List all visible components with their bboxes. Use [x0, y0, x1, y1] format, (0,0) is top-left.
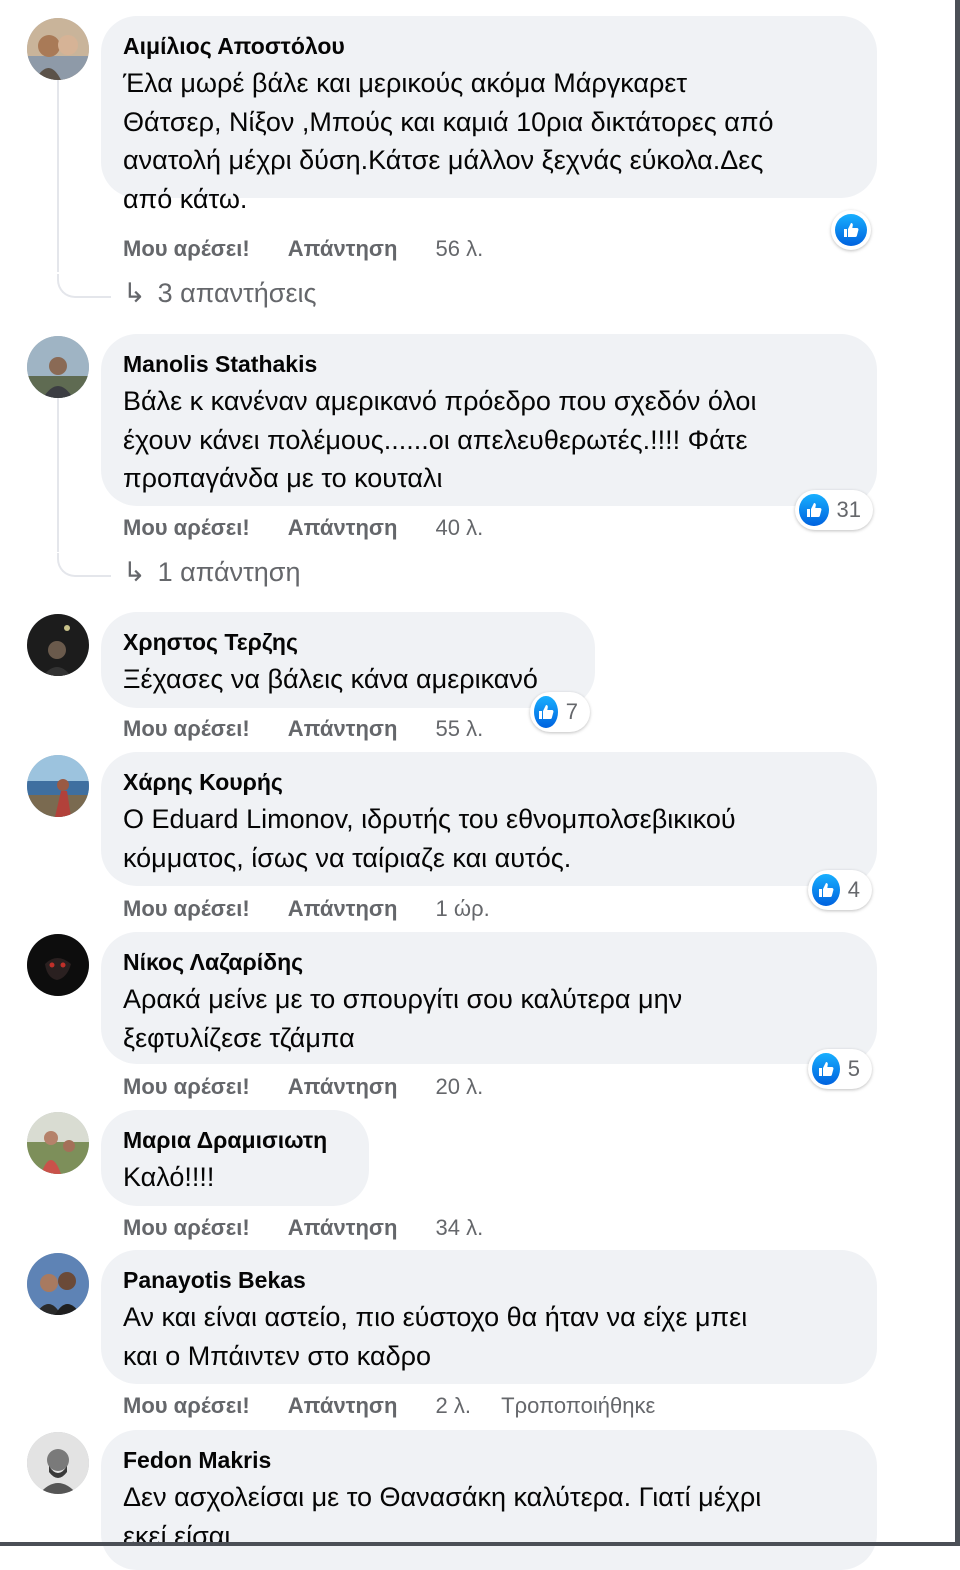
thread-line — [57, 80, 59, 272]
reply-button[interactable]: Απάντηση — [288, 716, 398, 742]
comment-author[interactable]: Panayotis Bekas — [123, 1267, 855, 1294]
timestamp[interactable]: 1 ώρ. — [436, 896, 490, 922]
replies-count: 3 απαντήσεις — [157, 278, 317, 308]
reaction-summary[interactable]: 31 — [795, 490, 873, 530]
comment-bubble: Αιμίλιος Αποστόλου Έλα μωρέ βάλε και μερ… — [101, 16, 877, 214]
timestamp[interactable]: 2 λ. — [436, 1393, 471, 1419]
avatar[interactable] — [27, 1253, 89, 1315]
avatar[interactable] — [27, 934, 89, 996]
comment-bubble: Χρηστος Τερζης Ξέχασες να βάλεις κάνα αμ… — [101, 612, 595, 708]
replies-count: 1 απάντηση — [157, 557, 301, 587]
avatar-photo — [27, 614, 89, 676]
like-button[interactable]: Μου αρέσει! — [123, 1074, 250, 1100]
comment-author[interactable]: Χρηστος Τερζης — [123, 629, 573, 656]
avatar[interactable] — [27, 755, 89, 817]
comment-author[interactable]: Χάρης Κουρής — [123, 769, 855, 796]
comment-actions: Μου αρέσει! Απάντηση 20 λ. — [123, 1074, 507, 1100]
view-replies-link[interactable]: ↳ 3 απαντήσεις — [123, 278, 317, 309]
avatar-photo — [27, 934, 89, 996]
avatar[interactable] — [27, 336, 89, 398]
like-button[interactable]: Μου αρέσει! — [123, 716, 250, 742]
reply-button[interactable]: Απάντηση — [288, 1215, 398, 1241]
comment-bubble: Χάρης Κουρής Ο Eduard Limonov, ιδρυτής τ… — [101, 752, 877, 886]
comment-bubble: Manolis Stathakis Βάλε κ κανέναν αμερικα… — [101, 334, 877, 506]
avatar[interactable] — [27, 18, 89, 80]
comment-actions: Μου αρέσει! Απάντηση 40 λ. — [123, 515, 507, 541]
like-button[interactable]: Μου αρέσει! — [123, 1215, 250, 1241]
comment-actions: Μου αρέσει! Απάντηση 34 λ. — [123, 1215, 507, 1241]
reaction-count: 4 — [847, 877, 860, 902]
comment-bubble: Panayotis Bekas Αν και είναι αστείο, πιο… — [101, 1250, 877, 1384]
comment-author[interactable]: Μαρια Δραμισιωτη — [123, 1127, 347, 1154]
timestamp[interactable]: 55 λ. — [436, 716, 484, 742]
like-button[interactable]: Μου αρέσει! — [123, 515, 250, 541]
avatar-photo — [27, 336, 89, 398]
comment-author[interactable]: Manolis Stathakis — [123, 351, 855, 378]
reply-arrow-icon: ↳ — [123, 278, 146, 308]
reply-button[interactable]: Απάντηση — [288, 1393, 398, 1419]
view-replies-link[interactable]: ↳ 1 απάντηση — [123, 557, 300, 588]
comment-bubble: Fedon Makris Δεν ασχολείσαι με το Θανασά… — [101, 1430, 877, 1570]
avatar[interactable] — [27, 1432, 89, 1494]
window-border-bottom — [0, 1542, 960, 1546]
thread-line — [57, 398, 59, 552]
comment-text: Καλό!!!! — [123, 1162, 215, 1192]
comment-author[interactable]: Νίκος Λαζαρίδης — [123, 949, 855, 976]
comment-bubble: Νίκος Λαζαρίδης Αρακά μείνε με το σπουργ… — [101, 932, 877, 1064]
comment-actions: Μου αρέσει! Απάντηση 1 ώρ. — [123, 896, 514, 922]
like-reaction-icon — [534, 696, 558, 728]
timestamp[interactable]: 34 λ. — [436, 1215, 484, 1241]
reaction-summary[interactable]: 4 — [808, 870, 872, 910]
comment-text: Βάλε κ κανέναν αμερικανό πρόεδρο που σχε… — [123, 386, 757, 493]
comment-author[interactable]: Fedon Makris — [123, 1447, 855, 1474]
avatar-photo — [27, 1112, 89, 1174]
avatar-photo — [27, 1253, 89, 1315]
reaction-count: 5 — [847, 1056, 860, 1081]
avatar-photo — [27, 1432, 89, 1494]
thread-curve — [57, 553, 111, 577]
comment-text: Ο Eduard Limonov, ιδρυτής του εθνομπολσε… — [123, 804, 736, 873]
reply-button[interactable]: Απάντηση — [288, 515, 398, 541]
reaction-summary[interactable]: 5 — [808, 1049, 872, 1089]
thread-curve — [57, 274, 111, 298]
timestamp[interactable]: 20 λ. — [436, 1074, 484, 1100]
comment-text: Αρακά μείνε με το σπουργίτι σου καλύτερα… — [123, 984, 683, 1053]
avatar[interactable] — [27, 614, 89, 676]
comment-bubble: Μαρια Δραμισιωτη Καλό!!!! — [101, 1110, 369, 1206]
comment-author[interactable]: Αιμίλιος Αποστόλου — [123, 33, 855, 60]
like-reaction-icon — [812, 874, 840, 906]
reply-button[interactable]: Απάντηση — [288, 896, 398, 922]
comment-actions: Μου αρέσει! Απάντηση 56 λ. — [123, 236, 507, 262]
reply-arrow-icon: ↳ — [123, 557, 146, 587]
like-reaction-icon — [812, 1053, 840, 1085]
like-reaction-icon — [835, 214, 867, 246]
window-border-right — [955, 0, 960, 1546]
reaction-count: 31 — [836, 497, 861, 522]
edited-label[interactable]: Τροποποιήθηκε — [501, 1393, 655, 1419]
timestamp[interactable]: 40 λ. — [436, 515, 484, 541]
like-reaction-icon — [799, 494, 829, 526]
reaction-count: 7 — [565, 699, 578, 724]
like-button[interactable]: Μου αρέσει! — [123, 236, 250, 262]
avatar-photo — [27, 755, 89, 817]
comment-text: Έλα μωρέ βάλε και μερικούς ακόμα Μάργκαρ… — [123, 68, 774, 214]
avatar-photo — [27, 18, 89, 80]
like-button[interactable]: Μου αρέσει! — [123, 1393, 250, 1419]
reply-button[interactable]: Απάντηση — [288, 1074, 398, 1100]
reply-button[interactable]: Απάντηση — [288, 236, 398, 262]
comment-actions: Μου αρέσει! Απάντηση 55 λ. — [123, 716, 507, 742]
comment-text: Ξέχασες να βάλεις κάνα αμερικανό — [123, 664, 538, 694]
avatar[interactable] — [27, 1112, 89, 1174]
reaction-summary[interactable] — [831, 210, 871, 250]
timestamp[interactable]: 56 λ. — [436, 236, 484, 262]
like-button[interactable]: Μου αρέσει! — [123, 896, 250, 922]
comment-actions: Μου αρέσει! Απάντηση 2 λ. Τροποποιήθηκε — [123, 1393, 655, 1419]
comment-text: Αν και είναι αστείο, πιο εύστοχο θα ήταν… — [123, 1302, 748, 1371]
reaction-summary[interactable]: 7 — [530, 692, 590, 732]
